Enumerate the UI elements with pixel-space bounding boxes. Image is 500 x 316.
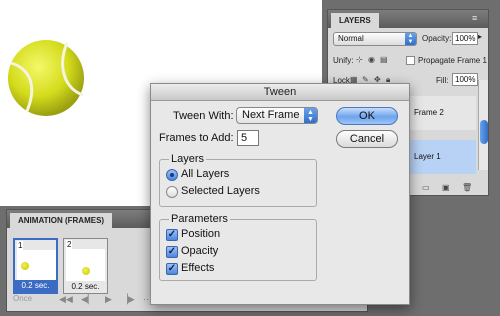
effects-label: Effects: [181, 262, 215, 274]
ball-thumbnail: [82, 267, 90, 275]
ok-button[interactable]: OK: [336, 107, 398, 125]
blend-mode-value: Normal: [338, 34, 364, 43]
frame-1[interactable]: 1 0.2 sec.: [13, 238, 58, 294]
cancel-button[interactable]: Cancel: [336, 130, 398, 148]
layers-group-title: Layers: [169, 153, 207, 165]
ball-thumbnail: [21, 262, 29, 270]
frames-to-add-label: Frames to Add:: [159, 132, 234, 144]
tennis-ball-image: [8, 40, 84, 116]
all-layers-label: All Layers: [181, 168, 230, 180]
opacity-label: Opacity: [181, 245, 219, 257]
tween-dialog: Tween Tween With: Next Frame ▲ ▼ Frames t…: [150, 83, 410, 305]
selected-layers-radio[interactable]: [166, 186, 178, 198]
tween-with-label: Tween With:: [173, 110, 234, 122]
parameters-group-title: Parameters: [169, 213, 230, 225]
chevron-updown-icon: ▲ ▼: [304, 108, 317, 123]
all-layers-radio[interactable]: [166, 169, 178, 181]
first-frame-icon[interactable]: ◀◀: [59, 294, 73, 305]
new-group-icon[interactable]: ▭: [422, 183, 430, 192]
fill-label: Fill:: [436, 76, 449, 85]
unify-visibility-icon[interactable]: ◉: [368, 55, 375, 64]
effects-checkbox[interactable]: ✓: [166, 263, 178, 275]
scrollbar-thumb[interactable]: [480, 120, 488, 144]
panel-menu-icon[interactable]: ≡: [472, 14, 484, 23]
opacity-checkbox[interactable]: ✓: [166, 246, 178, 258]
blend-mode-select[interactable]: Normal ▲ ▼: [333, 32, 417, 46]
selected-layers-label: Selected Layers: [181, 185, 260, 197]
next-frame-icon[interactable]: ▕▶: [121, 294, 135, 305]
position-checkbox[interactable]: ✓: [166, 229, 178, 241]
layer-row-layer-1[interactable]: Layer 1: [408, 140, 476, 174]
tween-with-value: Next Frame: [242, 109, 300, 121]
fill-input[interactable]: 100%: [452, 73, 478, 86]
animation-tab[interactable]: ANIMATION (FRAMES): [10, 213, 113, 228]
new-layer-icon[interactable]: ▣: [442, 183, 450, 192]
play-icon[interactable]: ▶: [105, 294, 112, 305]
dialog-title: Tween: [151, 84, 409, 101]
layer-name: Frame 2: [414, 108, 444, 117]
frame-2[interactable]: 2 0.2 sec.: [63, 238, 108, 294]
previous-frame-icon[interactable]: ◀▏: [81, 294, 95, 305]
frame-number: 2: [66, 240, 73, 249]
propagate-label: Propagate Frame 1: [418, 56, 487, 65]
layer-name: Layer 1: [414, 152, 441, 161]
unify-label: Unify:: [333, 56, 354, 65]
layers-tab[interactable]: LAYERS: [331, 13, 379, 28]
chevron-updown-icon: ▲ ▼: [405, 33, 416, 45]
frame-number: 1: [17, 241, 24, 250]
layers-group: [159, 159, 317, 207]
delete-layer-icon[interactable]: 🗑︎: [462, 183, 472, 192]
layers-tabbar: LAYERS ≡: [328, 10, 488, 28]
tween-with-select[interactable]: Next Frame ▲ ▼: [236, 107, 318, 124]
opacity-input[interactable]: 100%: [452, 32, 478, 45]
frames-to-add-input[interactable]: 5: [237, 130, 259, 146]
unify-position-icon[interactable]: ⊹: [356, 55, 363, 64]
position-label: Position: [181, 228, 221, 240]
opacity-slider-arrow-icon[interactable]: ▸: [478, 32, 482, 41]
frame-delay[interactable]: 0.2 sec.: [64, 281, 107, 293]
layers-scrollbar[interactable]: [478, 80, 488, 170]
frame-delay[interactable]: 0.2 sec.: [15, 280, 56, 292]
frame-thumbnail: [66, 249, 105, 281]
unify-style-icon[interactable]: ▤: [380, 55, 388, 64]
layer-row-frame-2[interactable]: Frame 2: [408, 96, 476, 130]
loop-select[interactable]: Once: [13, 294, 55, 303]
frame-thumbnail: [17, 250, 56, 282]
propagate-checkbox[interactable]: [406, 56, 415, 65]
opacity-label: Opacity:: [422, 34, 452, 43]
